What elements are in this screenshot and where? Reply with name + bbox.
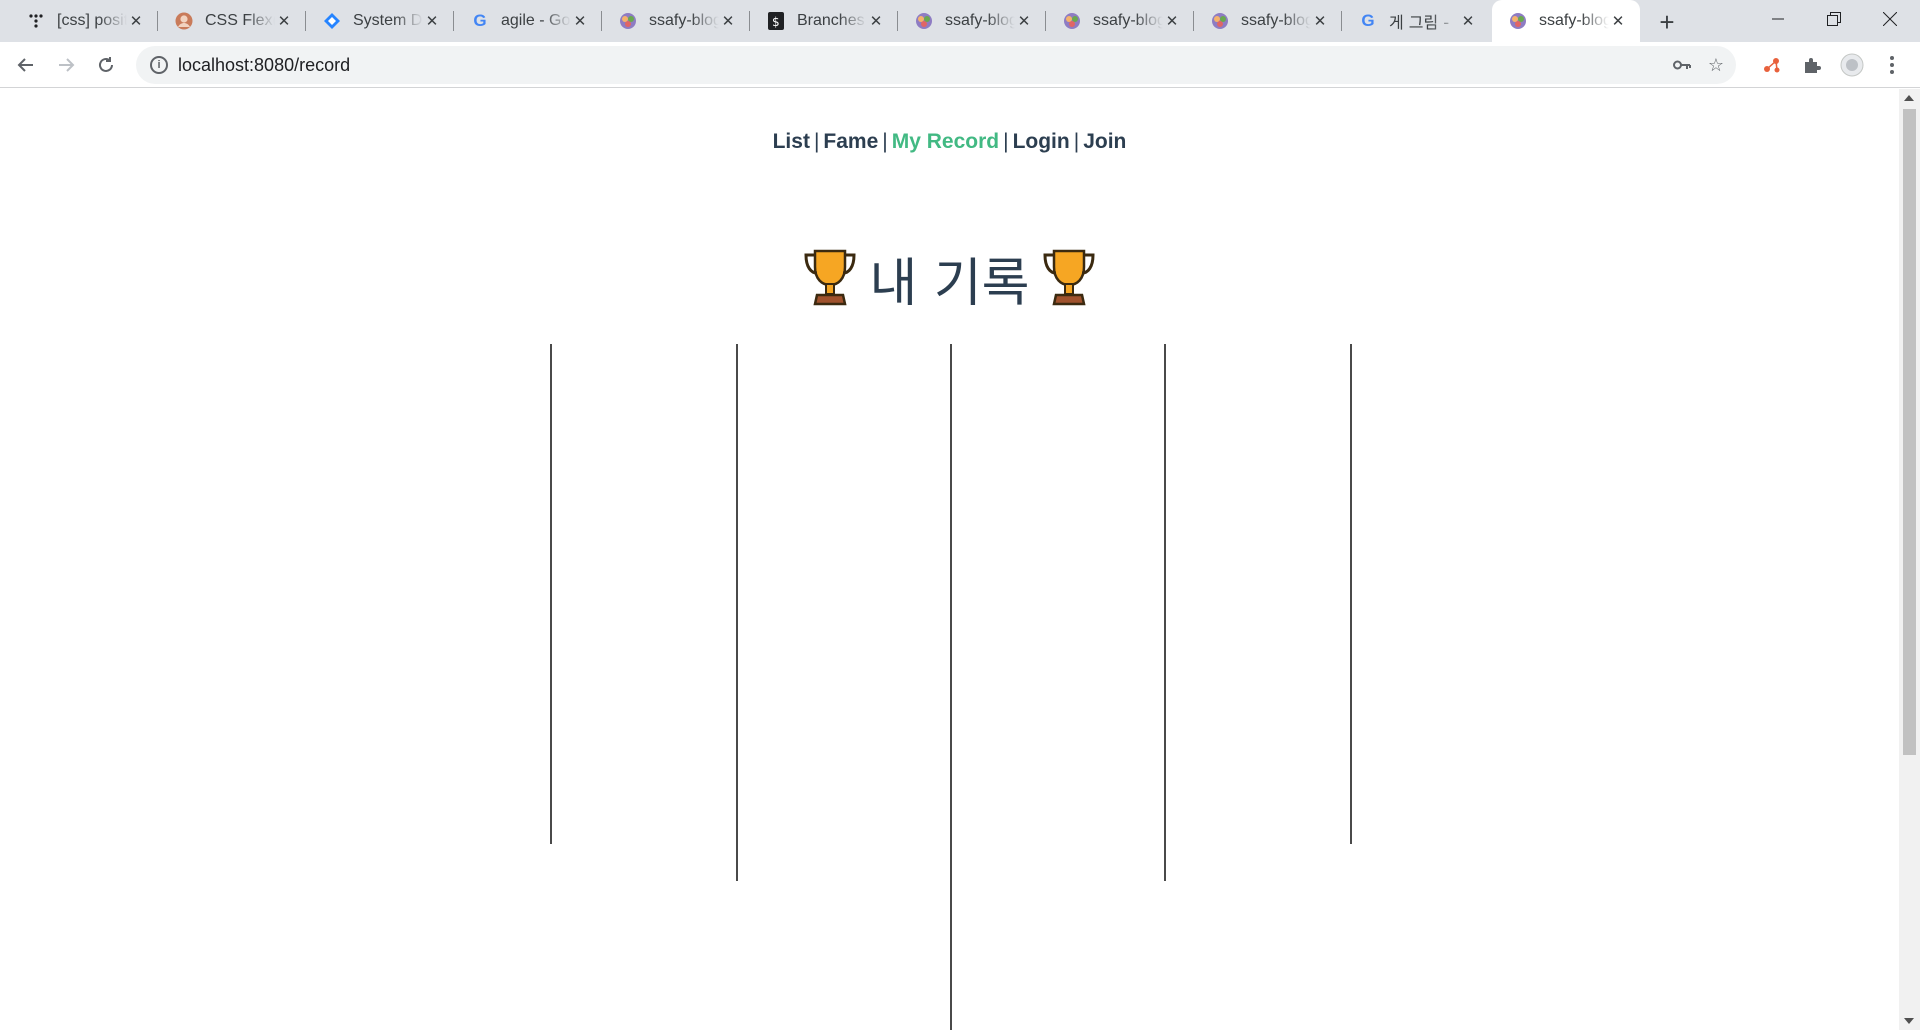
minimize-button[interactable] (1750, 0, 1806, 38)
record-line (1164, 344, 1166, 881)
scrollbar-thumb[interactable] (1903, 109, 1916, 755)
tab-title: CSS Flex(F (205, 12, 275, 29)
tab-title: ssafy-blog (1093, 12, 1163, 29)
profile-avatar[interactable] (1839, 52, 1865, 78)
nav-login[interactable]: Login (1013, 130, 1070, 153)
close-icon[interactable]: ✕ (126, 11, 146, 31)
puzzle-icon[interactable] (1799, 52, 1825, 78)
nav-list[interactable]: List (773, 130, 810, 153)
vue-icon (1210, 11, 1230, 31)
diamond-icon (322, 11, 342, 31)
nav-separator: | (882, 130, 888, 153)
tab-title: ssafy-blog (649, 12, 719, 29)
nav-separator: | (1073, 130, 1080, 153)
tab-title: ssafy-blog (1241, 12, 1311, 29)
tab[interactable]: G agile - Go ✕ (454, 0, 602, 42)
close-icon[interactable]: ✕ (1162, 11, 1182, 31)
forward-button[interactable] (50, 49, 82, 81)
info-icon[interactable]: i (150, 56, 168, 74)
page-scrollbar[interactable] (1899, 89, 1920, 1030)
svg-text:$: $ (772, 15, 780, 29)
record-line (950, 344, 952, 1030)
restore-button[interactable] (1806, 0, 1862, 38)
extension-icon[interactable] (1759, 52, 1785, 78)
menu-icon[interactable] (1879, 52, 1905, 78)
star-icon[interactable]: ☆ (1704, 53, 1728, 77)
vue-icon (1508, 11, 1528, 31)
record-line (736, 344, 738, 881)
dots-icon (26, 11, 46, 31)
reload-button[interactable] (90, 49, 122, 81)
tab[interactable]: ssafy-blog ✕ (1046, 0, 1194, 42)
back-button[interactable] (10, 49, 42, 81)
nav-my-record[interactable]: My Record (892, 130, 999, 153)
tab[interactable]: G 게 그림 - ✕ (1342, 0, 1490, 42)
nav-join[interactable]: Join (1083, 130, 1126, 153)
browser-toolbar: i localhost:8080/record ☆ (0, 42, 1920, 88)
close-icon[interactable]: ✕ (422, 11, 442, 31)
tab[interactable]: ssafy-blog ✕ (898, 0, 1046, 42)
tab-title: 게 그림 - (1389, 13, 1450, 32)
tab-title: [css] posit (57, 12, 127, 29)
tab-active[interactable]: ssafy-blog ✕ (1492, 0, 1640, 42)
tab[interactable]: $ Branches ✕ (750, 0, 898, 42)
tab[interactable]: ssafy-blog ✕ (1194, 0, 1342, 42)
record-line (550, 344, 552, 844)
new-tab-button[interactable]: + (1652, 7, 1682, 37)
close-icon[interactable]: ✕ (1014, 11, 1034, 31)
scroll-down-arrow-icon[interactable] (1904, 1018, 1914, 1024)
tab-title: System De (353, 12, 423, 29)
nav-separator: | (1003, 130, 1009, 153)
url-text[interactable]: localhost:8080/record (178, 55, 350, 76)
tab[interactable]: [css] posit ✕ (10, 0, 158, 42)
close-icon[interactable]: ✕ (274, 11, 294, 31)
page-title-text: 내 기록 (869, 254, 1030, 314)
key-icon[interactable] (1670, 53, 1694, 77)
tab-title: ssafy-blog (1539, 12, 1609, 29)
tab[interactable]: CSS Flex(F ✕ (158, 0, 306, 42)
close-icon[interactable]: ✕ (718, 11, 738, 31)
bitbucket-icon: $ (766, 11, 786, 31)
tab[interactable]: System De ✕ (306, 0, 454, 42)
scroll-up-arrow-icon[interactable] (1904, 95, 1914, 101)
nav-fame[interactable]: Fame (823, 130, 878, 153)
tab-title: agile - Go (501, 12, 571, 29)
close-icon[interactable]: ✕ (866, 11, 886, 31)
trophy-icon (1043, 249, 1095, 306)
close-icon[interactable]: ✕ (1458, 11, 1478, 31)
vue-icon (914, 11, 934, 31)
record-line (1350, 344, 1352, 844)
nav-separator: | (813, 130, 820, 153)
vue-icon (1062, 11, 1082, 31)
tab-title: Branches (797, 12, 865, 29)
close-window-button[interactable] (1862, 0, 1918, 38)
close-icon[interactable]: ✕ (1310, 11, 1330, 31)
page-viewport: List | Fame | My Record | Login | Join 내 기록 (0, 89, 1899, 1030)
address-bar[interactable]: i localhost:8080/record ☆ (136, 46, 1736, 84)
close-icon[interactable]: ✕ (570, 11, 590, 31)
google-icon: G (1361, 11, 1375, 30)
trophy-icon (804, 249, 856, 306)
google-icon: G (473, 11, 487, 30)
page-title: 내 기록 (0, 241, 1899, 316)
tab-title: ssafy-blog (945, 12, 1015, 29)
vue-icon (618, 11, 638, 31)
avatar-icon (174, 11, 194, 31)
site-nav: List | Fame | My Record | Login | Join (0, 130, 1899, 154)
tab[interactable]: ssafy-blog ✕ (602, 0, 750, 42)
close-icon[interactable]: ✕ (1608, 11, 1628, 31)
tab-strip: [css] posit ✕ CSS Flex(F ✕ System De ✕ G… (0, 0, 1920, 42)
